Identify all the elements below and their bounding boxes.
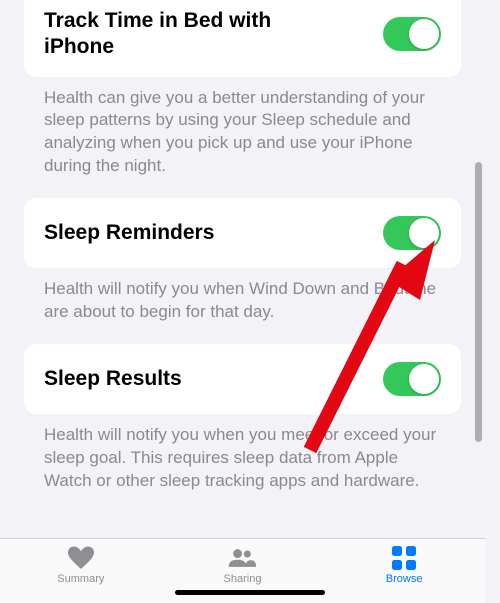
home-indicator[interactable] xyxy=(175,590,325,595)
track-time-title: Track Time in Bed with iPhone xyxy=(44,8,324,61)
tab-summary[interactable]: Summary xyxy=(31,545,131,585)
track-time-toggle[interactable] xyxy=(383,17,441,51)
sleep-results-toggle[interactable] xyxy=(383,362,441,396)
track-time-in-bed-row: Track Time in Bed with iPhone xyxy=(24,0,461,77)
scrollbar[interactable] xyxy=(475,2,482,532)
toggle-knob xyxy=(409,218,439,248)
tab-browse-label: Browse xyxy=(386,573,423,585)
sleep-reminders-row: Sleep Reminders xyxy=(24,198,461,268)
tab-sharing[interactable]: Sharing xyxy=(192,545,292,585)
toggle-knob xyxy=(409,19,439,49)
scrollbar-thumb[interactable] xyxy=(475,162,482,442)
heart-icon xyxy=(66,545,96,571)
tab-browse[interactable]: Browse xyxy=(354,545,454,585)
sleep-reminders-toggle[interactable] xyxy=(383,216,441,250)
tab-summary-label: Summary xyxy=(57,573,104,585)
toggle-knob xyxy=(409,364,439,394)
grid-icon xyxy=(389,545,419,571)
sleep-results-description: Health will notify you when you meet or … xyxy=(24,414,461,493)
settings-scroll-area[interactable]: Track Time in Bed with iPhone Health can… xyxy=(0,0,485,538)
tab-sharing-label: Sharing xyxy=(224,573,262,585)
sleep-results-row: Sleep Results xyxy=(24,344,461,414)
people-icon xyxy=(227,545,257,571)
sleep-reminders-description: Health will notify you when Wind Down an… xyxy=(24,268,461,324)
sleep-results-title: Sleep Results xyxy=(44,366,182,392)
track-time-description: Health can give you a better understandi… xyxy=(24,77,461,179)
sleep-reminders-title: Sleep Reminders xyxy=(44,220,214,246)
